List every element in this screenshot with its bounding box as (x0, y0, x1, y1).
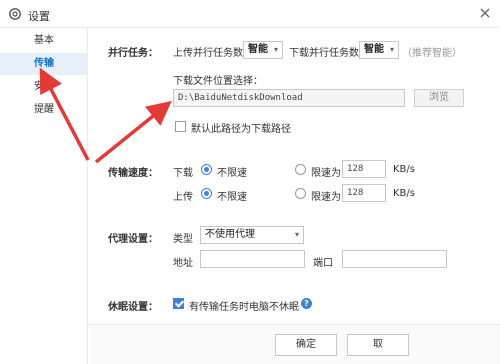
chevron-down-icon: ▾ (294, 230, 299, 239)
download-parallel-select[interactable]: 智能 ▾ (359, 41, 399, 59)
sidebar-item-transfer[interactable]: 传输 (0, 53, 88, 75)
download-unlimited-radio[interactable] (201, 164, 212, 175)
default-path-checkbox[interactable] (175, 121, 186, 132)
proxy-address-field[interactable] (200, 250, 305, 268)
help-icon[interactable]: ? (301, 298, 312, 309)
parallel-hint: （推荐智能） (402, 48, 462, 59)
proxy-type-value: 不使用代理 (205, 229, 255, 240)
proxy-port-field[interactable] (342, 250, 447, 268)
proxy-address-label: 地址 (173, 258, 193, 269)
sidebar: 基本 传输 安全 提醒 (0, 28, 88, 364)
upload-limit-field[interactable]: 128 (342, 184, 386, 202)
upload-unit-label: KB/s (393, 188, 415, 199)
default-path-label: 默认此路径为下载路径 (191, 124, 291, 135)
sidebar-item-label: 基本 (34, 35, 54, 46)
prevent-sleep-checkbox[interactable] (173, 298, 184, 309)
upload-unlimited-label: 不限速 (217, 192, 247, 203)
download-limit-radio[interactable] (295, 164, 306, 175)
download-speed-label: 下载 (173, 168, 193, 179)
upload-limit-label: 限速为 (311, 192, 341, 203)
download-limit-field[interactable]: 128 (342, 160, 386, 178)
download-limit-label: 限速为 (311, 168, 341, 179)
upload-parallel-value: 智能 (248, 44, 268, 55)
download-location-label: 下载文件位置选择： (173, 76, 263, 87)
browse-button[interactable]: 浏览 (414, 89, 464, 107)
download-parallel-label: 下载并行任务数 (289, 48, 359, 59)
gear-icon (9, 8, 21, 20)
proxy-type-label: 类型 (173, 234, 193, 245)
upload-parallel-select[interactable]: 智能 ▾ (243, 41, 283, 59)
sidebar-item-label: 传输 (34, 58, 54, 69)
proxy-port-label: 端口 (313, 258, 333, 269)
ok-button[interactable]: 确定 (275, 334, 337, 356)
proxy-section-label: 代理设置： (108, 234, 158, 245)
close-icon[interactable] (478, 6, 492, 20)
sidebar-item-reminder[interactable]: 提醒 (0, 99, 88, 121)
dialog-footer: 确定 取 (89, 324, 500, 364)
upload-speed-label: 上传 (173, 192, 193, 203)
speed-section-label: 传输速度： (108, 168, 158, 179)
download-parallel-value: 智能 (364, 44, 384, 55)
upload-parallel-label: 上传并行任务数 (173, 48, 243, 59)
prevent-sleep-label: 有传输任务时电脑不休眠 (189, 302, 299, 313)
sidebar-item-label: 安全 (34, 81, 54, 92)
proxy-type-select[interactable]: 不使用代理 ▾ (200, 226, 304, 244)
sleep-section-label: 休眠设置： (108, 302, 158, 313)
sidebar-item-basic[interactable]: 基本 (0, 30, 88, 52)
download-unit-label: KB/s (393, 164, 415, 175)
parallel-section-label: 并行任务： (108, 48, 158, 59)
window-title: 设置 (28, 10, 50, 23)
title-bar: 设置 (0, 0, 500, 28)
upload-limit-radio[interactable] (295, 188, 306, 199)
transfer-settings-panel: 并行任务： 上传并行任务数 智能 ▾ 下载并行任务数 智能 ▾ （推荐智能） 下… (89, 28, 500, 364)
sidebar-item-label: 提醒 (34, 104, 54, 115)
chevron-down-icon: ▾ (273, 45, 278, 54)
download-path-field[interactable]: D:\BaiduNetdiskDownload (173, 89, 405, 107)
upload-unlimited-radio[interactable] (201, 188, 212, 199)
cancel-button[interactable]: 取 (347, 334, 409, 356)
download-unlimited-label: 不限速 (217, 168, 247, 179)
chevron-down-icon: ▾ (389, 45, 394, 54)
sidebar-item-security[interactable]: 安全 (0, 76, 88, 98)
